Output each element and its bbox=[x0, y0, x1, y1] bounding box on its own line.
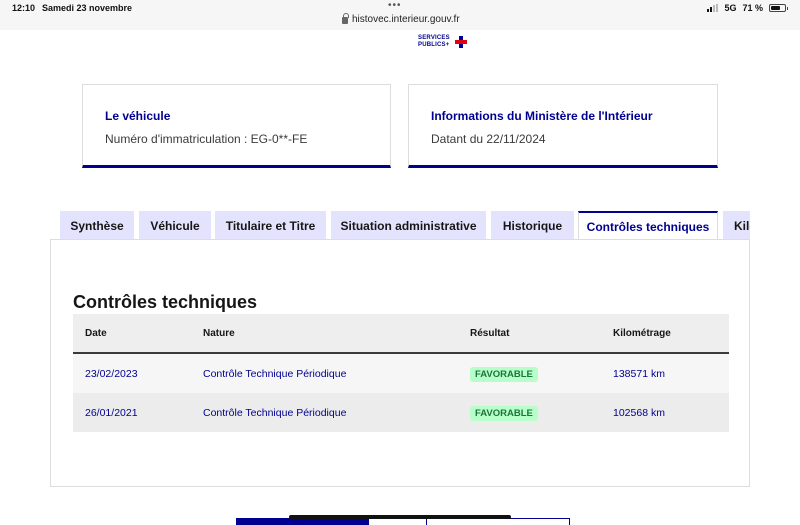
status-bar: 12:10 Samedi 23 novembre ••• histovec.in… bbox=[0, 0, 800, 30]
lock-icon bbox=[342, 13, 349, 24]
table-row: 26/01/2021 Contrôle Technique Périodique… bbox=[73, 393, 729, 432]
col-header-mileage: Kilométrage bbox=[613, 328, 671, 339]
table-header: Date Nature Résultat Kilométrage bbox=[73, 314, 729, 354]
col-header-nature: Nature bbox=[203, 328, 235, 339]
more-dots-icon[interactable]: ••• bbox=[388, 0, 402, 11]
bottom-primary-button[interactable] bbox=[236, 518, 368, 525]
home-indicator[interactable] bbox=[289, 515, 511, 519]
ministry-card-title: Informations du Ministère de l'Intérieur bbox=[431, 109, 653, 123]
vehicle-card: Le véhicule Numéro d'immatriculation : E… bbox=[82, 84, 391, 168]
signal-icon bbox=[707, 4, 719, 12]
address-bar[interactable]: histovec.interieur.gouv.fr bbox=[342, 13, 460, 25]
tab-synthese[interactable]: Synthèse bbox=[60, 211, 134, 240]
address-url: histovec.interieur.gouv.fr bbox=[352, 14, 460, 25]
tab-situation-administrative[interactable]: Situation administrative bbox=[331, 211, 486, 240]
tab-panel: Contrôles techniques Date Nature Résulta… bbox=[50, 239, 750, 487]
battery-icon bbox=[769, 4, 788, 12]
tab-vehicule[interactable]: Véhicule bbox=[139, 211, 211, 240]
col-header-date: Date bbox=[85, 328, 107, 339]
bottom-button-divider bbox=[426, 518, 427, 525]
status-date: Samedi 23 novembre bbox=[42, 3, 133, 13]
vehicle-card-title: Le véhicule bbox=[105, 109, 171, 123]
ministry-data-date: Datant du 22/11/2024 bbox=[431, 132, 546, 146]
result-badge: FAVORABLE bbox=[470, 406, 538, 421]
network-label: 5G bbox=[724, 3, 737, 13]
row-mileage: 102568 km bbox=[613, 407, 665, 419]
tab-controles-techniques[interactable]: Contrôles techniques bbox=[578, 211, 718, 240]
row-mileage: 138571 km bbox=[613, 368, 665, 380]
logo-line-1: SERVICES bbox=[418, 35, 450, 41]
tab-historique[interactable]: Historique bbox=[491, 211, 574, 240]
row-date: 26/01/2021 bbox=[85, 407, 138, 419]
ministry-info-card: Informations du Ministère de l'Intérieur… bbox=[408, 84, 718, 168]
logo-line-2: PUBLICS+ bbox=[418, 42, 450, 48]
table-row: 23/02/2023 Contrôle Technique Périodique… bbox=[73, 354, 729, 393]
services-publics-logo[interactable]: SERVICES PUBLICS+ bbox=[418, 35, 467, 49]
tab-titulaire-titre[interactable]: Titulaire et Titre bbox=[215, 211, 326, 240]
row-nature: Contrôle Technique Périodique bbox=[203, 368, 347, 380]
row-nature: Contrôle Technique Périodique bbox=[203, 407, 347, 419]
logo-cross-icon bbox=[455, 36, 467, 48]
tab-kilometrage[interactable]: Kilométrage bbox=[723, 211, 750, 240]
battery-label: 71 % bbox=[742, 3, 763, 13]
tab-bar: Synthèse Véhicule Titulaire et Titre Sit… bbox=[60, 211, 750, 240]
col-header-result: Résultat bbox=[470, 328, 510, 339]
battery-fill bbox=[771, 6, 781, 10]
status-indicators: 5G 71 % bbox=[707, 3, 788, 13]
bottom-secondary-button[interactable] bbox=[368, 518, 570, 525]
controls-table: Date Nature Résultat Kilométrage 23/02/2… bbox=[73, 314, 729, 432]
row-date: 23/02/2023 bbox=[85, 368, 138, 380]
section-title: Contrôles techniques bbox=[73, 292, 258, 312]
result-badge: FAVORABLE bbox=[470, 367, 538, 382]
status-time: 12:10 bbox=[12, 3, 36, 13]
plate-number: Numéro d'immatriculation : EG-0**-FE bbox=[105, 132, 308, 146]
